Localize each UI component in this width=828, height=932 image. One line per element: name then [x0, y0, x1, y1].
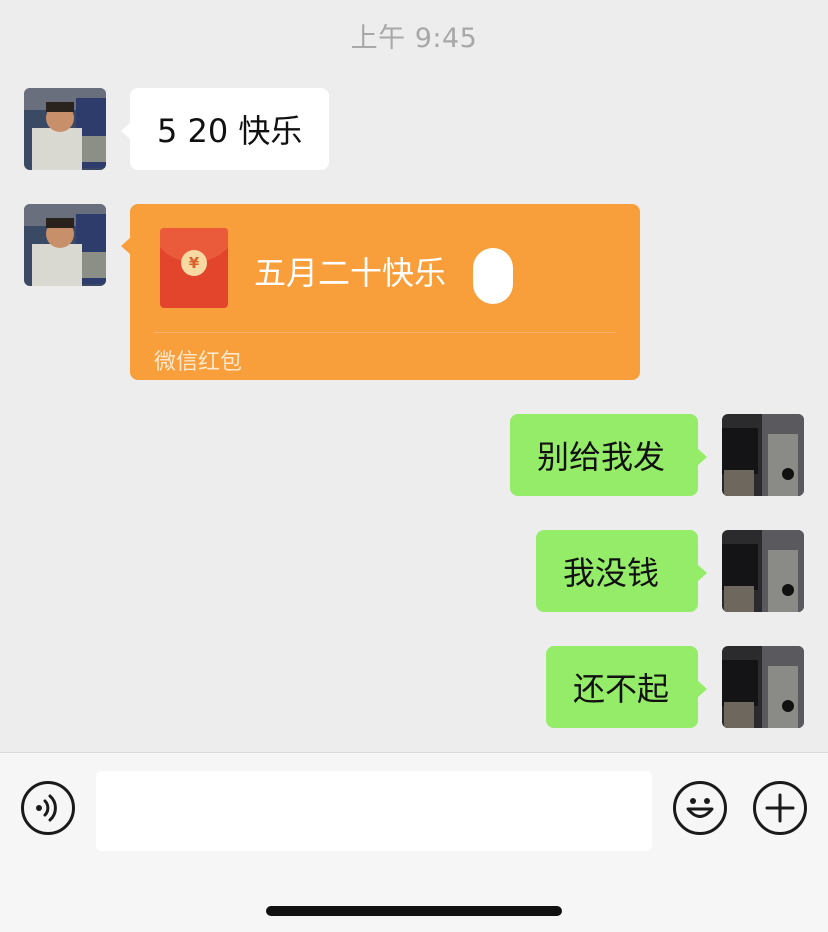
- redaction-blob: [473, 248, 513, 304]
- red-packet-label: 微信红包: [154, 350, 243, 375]
- chat-area[interactable]: 上午 9:45 5 20 快乐 ¥ 五月二十快乐 微信红包 别给我发 我没钱 还…: [0, 0, 828, 752]
- message-text: 我没钱: [563, 554, 660, 592]
- plus-icon[interactable]: [753, 781, 807, 835]
- message-text: 还不起: [573, 670, 670, 708]
- red-packet-icon: ¥: [160, 228, 228, 308]
- voice-icon[interactable]: [21, 781, 75, 835]
- message-timestamp: 上午 9:45: [350, 23, 478, 54]
- red-packet-divider: [154, 332, 616, 333]
- red-packet-title: 五月二十快乐: [254, 254, 447, 292]
- my-avatar[interactable]: [722, 646, 804, 728]
- my-avatar[interactable]: [722, 414, 804, 496]
- message-bubble-outgoing[interactable]: 我没钱: [536, 530, 707, 612]
- message-input[interactable]: [96, 771, 652, 851]
- message-bubble-incoming[interactable]: 5 20 快乐: [121, 88, 330, 170]
- my-avatar[interactable]: [722, 530, 804, 612]
- input-bar: [0, 752, 828, 932]
- message-bubble-outgoing[interactable]: 还不起: [546, 646, 707, 728]
- contact-avatar[interactable]: [24, 204, 106, 286]
- emoji-icon[interactable]: [673, 781, 727, 835]
- home-indicator: [266, 906, 562, 916]
- contact-avatar[interactable]: [24, 88, 106, 170]
- message-bubble-outgoing[interactable]: 别给我发: [510, 414, 707, 496]
- red-packet-card[interactable]: ¥ 五月二十快乐 微信红包: [121, 204, 640, 380]
- message-text: 5 20 快乐: [157, 112, 303, 150]
- message-text: 别给我发: [537, 438, 666, 476]
